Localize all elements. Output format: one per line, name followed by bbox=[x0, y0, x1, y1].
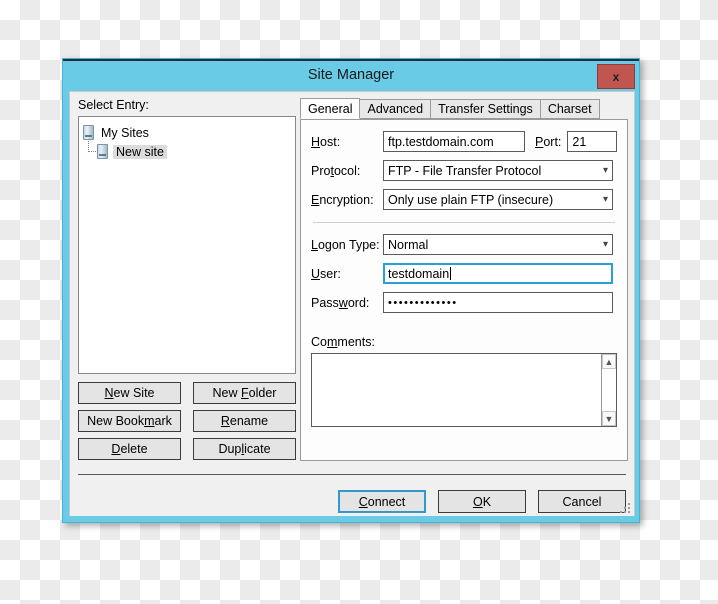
password-value: ••••••••••••• bbox=[388, 296, 458, 309]
port-input[interactable]: 21 bbox=[567, 131, 617, 152]
encryption-label: Encryption: bbox=[311, 192, 374, 207]
new-folder-button[interactable]: New Folder bbox=[193, 382, 296, 404]
password-row: Password: ••••••••••••• bbox=[311, 292, 617, 313]
duplicate-button[interactable]: Duplicate bbox=[193, 438, 296, 460]
logon-type-value: Normal bbox=[388, 237, 429, 252]
tab-strip: General Advanced Transfer Settings Chars… bbox=[300, 98, 628, 119]
server-icon bbox=[97, 144, 108, 159]
close-icon[interactable]: x bbox=[597, 64, 635, 89]
dialog-buttons: Connect OK Cancel bbox=[338, 490, 626, 513]
password-input[interactable]: ••••••••••••• bbox=[383, 292, 613, 313]
resize-grip[interactable] bbox=[618, 501, 630, 513]
tree-item-label: My Sites bbox=[101, 125, 149, 140]
site-actions: New Site New Folder New Bookmark Rename … bbox=[78, 382, 296, 460]
logon-type-label: Logon Type: bbox=[311, 237, 380, 252]
user-value: testdomain bbox=[388, 266, 450, 281]
select-entry-pane: Select Entry: My Sites New site New Site… bbox=[78, 98, 296, 460]
logon-type-row: Logon Type: Normal ▾ bbox=[311, 234, 617, 255]
comments-scrollbar[interactable]: ▲ ▼ bbox=[601, 354, 616, 426]
rename-button[interactable]: Rename bbox=[193, 410, 296, 432]
scrollbar-track[interactable] bbox=[602, 369, 616, 411]
title-bar[interactable]: Site Manager x bbox=[63, 59, 639, 91]
ok-button[interactable]: OK bbox=[438, 490, 526, 513]
chevron-down-icon: ▾ bbox=[602, 239, 608, 250]
site-manager-window: Site Manager x Select Entry: My Sites Ne… bbox=[62, 58, 640, 523]
user-label: User: bbox=[311, 266, 341, 281]
new-site-button[interactable]: New Site bbox=[78, 382, 181, 404]
tree-item-new-site[interactable]: New site bbox=[83, 139, 291, 161]
tree-item-label: New site bbox=[113, 144, 167, 159]
protocol-select[interactable]: FTP - File Transfer Protocol ▾ bbox=[383, 160, 613, 181]
server-icon bbox=[83, 125, 94, 140]
user-input[interactable]: testdomain bbox=[383, 263, 613, 284]
host-row: Host: ftp.testdomain.com Port: 21 bbox=[311, 131, 617, 152]
text-caret bbox=[450, 267, 452, 280]
connect-button[interactable]: Connect bbox=[338, 490, 426, 513]
scroll-down-icon[interactable]: ▼ bbox=[602, 411, 616, 426]
chevron-down-icon: ▾ bbox=[602, 194, 608, 205]
encryption-row: Encryption: Only use plain FTP (insecure… bbox=[311, 189, 617, 210]
dialog-client-area: Select Entry: My Sites New site New Site… bbox=[69, 91, 635, 516]
site-tree[interactable]: My Sites New site bbox=[78, 116, 296, 374]
scroll-up-icon[interactable]: ▲ bbox=[602, 354, 616, 369]
tab-advanced[interactable]: Advanced bbox=[359, 99, 432, 119]
tree-item-my-sites[interactable]: My Sites bbox=[83, 123, 291, 142]
delete-button[interactable]: Delete bbox=[78, 438, 181, 460]
select-entry-label: Select Entry: bbox=[78, 98, 149, 112]
logon-type-select[interactable]: Normal ▾ bbox=[383, 234, 613, 255]
host-input[interactable]: ftp.testdomain.com bbox=[383, 131, 525, 152]
footer-divider bbox=[78, 474, 626, 475]
tab-transfer-settings[interactable]: Transfer Settings bbox=[430, 99, 541, 119]
user-row: User: testdomain bbox=[311, 263, 617, 284]
window-title: Site Manager bbox=[307, 67, 395, 83]
comments-textarea[interactable] bbox=[312, 354, 601, 426]
protocol-value: FTP - File Transfer Protocol bbox=[388, 163, 542, 178]
new-bookmark-button[interactable]: New Bookmark bbox=[78, 410, 181, 432]
port-label: Port: bbox=[535, 134, 562, 149]
general-tab-panel: Host: ftp.testdomain.com Port: 21 Protoc… bbox=[300, 119, 628, 461]
comments-box: ▲ ▼ bbox=[311, 353, 617, 427]
comments-label: Comments: bbox=[311, 335, 375, 349]
tab-general[interactable]: General bbox=[300, 98, 361, 119]
settings-pane: General Advanced Transfer Settings Chars… bbox=[300, 98, 628, 461]
protocol-row: Protocol: FTP - File Transfer Protocol ▾ bbox=[311, 160, 617, 181]
password-label: Password: bbox=[311, 295, 370, 310]
encryption-select[interactable]: Only use plain FTP (insecure) ▾ bbox=[383, 189, 613, 210]
protocol-label: Protocol: bbox=[311, 163, 361, 178]
encryption-value: Only use plain FTP (insecure) bbox=[388, 192, 554, 207]
tab-charset[interactable]: Charset bbox=[539, 99, 600, 119]
cancel-button[interactable]: Cancel bbox=[538, 490, 626, 513]
host-label: Host: bbox=[311, 134, 341, 149]
section-divider bbox=[313, 222, 615, 223]
chevron-down-icon: ▾ bbox=[602, 165, 608, 176]
